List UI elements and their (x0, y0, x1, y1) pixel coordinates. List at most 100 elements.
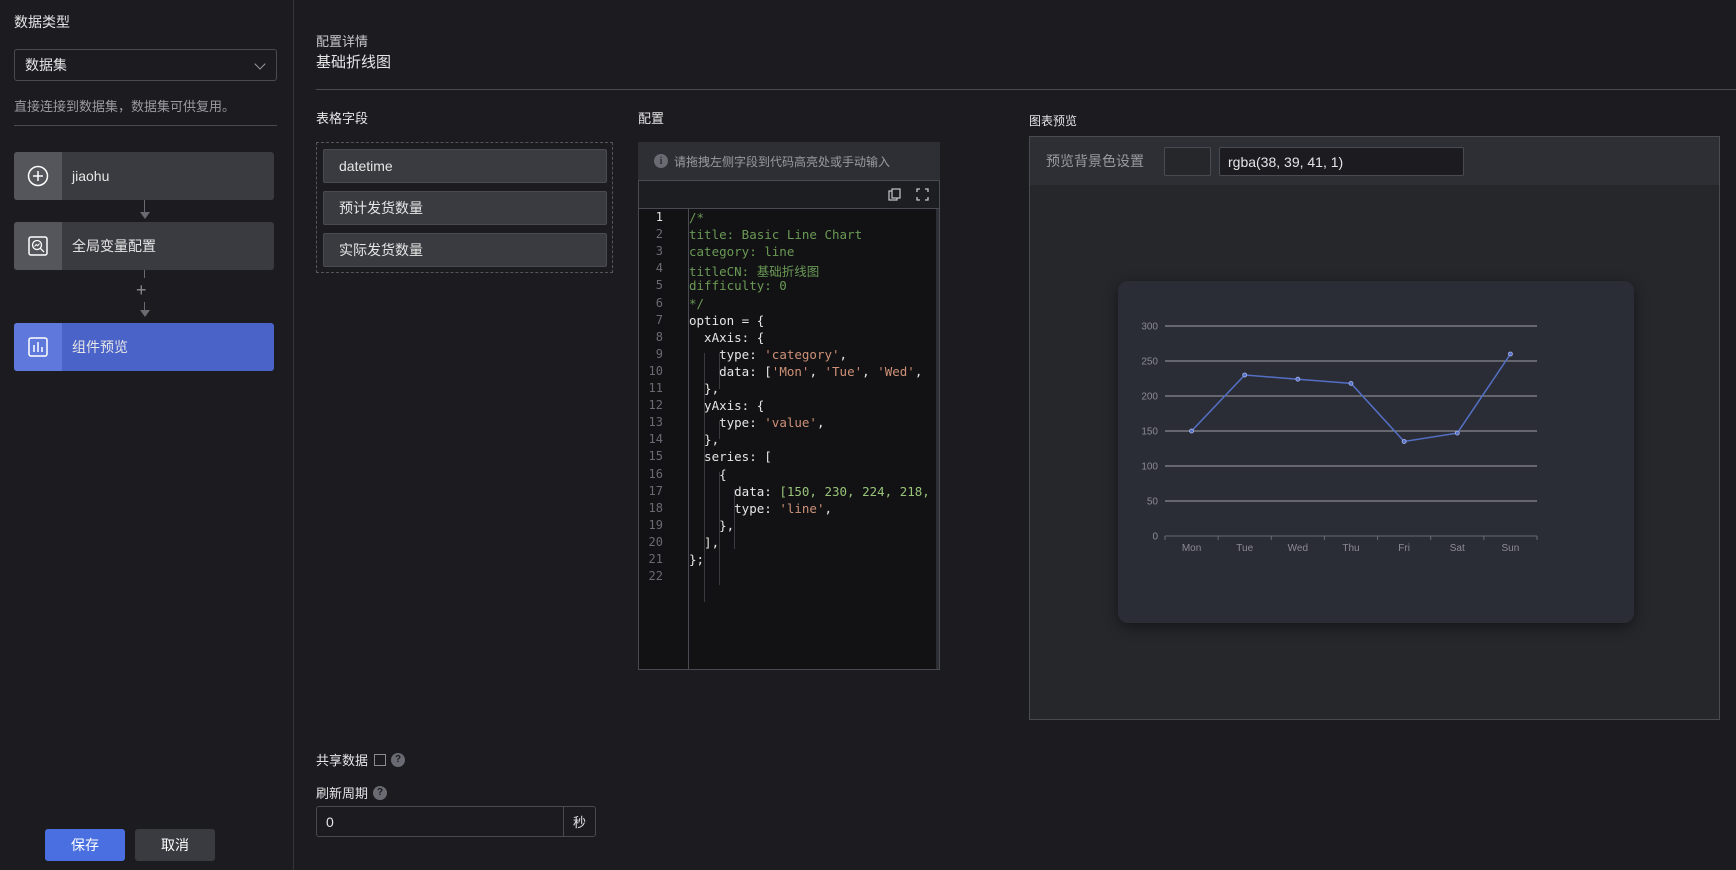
help-icon[interactable]: ? (373, 785, 388, 800)
field-item[interactable]: 预计发货数量 (323, 191, 607, 225)
y-tick-label: 0 (1152, 532, 1158, 543)
flow-node-component-preview[interactable]: 组件预览 (14, 323, 274, 371)
line-number: 5 (655, 278, 663, 293)
line-number: 15 (648, 449, 663, 464)
code-line: /* (689, 210, 705, 225)
x-tick-label: Fri (1398, 543, 1410, 554)
data-type-hint: 直接连接到数据集，数据集可供复用。 (14, 99, 236, 114)
data-type-select[interactable]: 数据集 (14, 49, 277, 81)
data-type-title: 数据类型 (14, 14, 70, 30)
chart-card: 0 50 100 150 200 250 300 Mon Tue Wed Thu Fri Sat Sun (1118, 281, 1634, 623)
connector-line (144, 302, 145, 310)
code-line: category: line (689, 244, 795, 260)
line-number: 2 (655, 227, 663, 242)
color-swatch[interactable] (1164, 147, 1211, 176)
sidebar: 数据类型 数据集 直接连接到数据集，数据集可供复用。 jiaohu 全局变量配置… (0, 0, 294, 870)
data-point (1348, 381, 1354, 386)
config-detail-subtitle: 配置详情 (316, 34, 369, 49)
data-type-select-value: 数据集 (25, 57, 67, 73)
preview-bg-bar: 预览背景色设置 rgba(38, 39, 41, 1) (1030, 137, 1719, 185)
flow-node-jiaohu[interactable]: jiaohu (14, 152, 274, 200)
code-line: option = { (689, 312, 765, 328)
field-item[interactable]: 实际发货数量 (323, 233, 607, 267)
share-data-label: 共享数据 (316, 753, 369, 768)
line-number: 16 (648, 466, 663, 481)
line-number: 18 (648, 500, 663, 515)
refresh-label: 刷新周期 (316, 786, 369, 801)
cancel-button[interactable]: 取消 (135, 829, 215, 861)
code-tip: i 请拖拽左侧字段到代码高亮处或手动输入 (638, 142, 940, 180)
x-tick-label: Wed (1288, 543, 1308, 554)
data-point (1242, 372, 1248, 378)
share-data-row: 共享数据 ? (316, 750, 406, 769)
code-line: type: 'line', (689, 500, 832, 516)
line-number: 11 (648, 381, 663, 395)
divider (14, 125, 277, 126)
y-tick-label: 150 (1141, 427, 1158, 438)
code-line: */ (689, 295, 705, 311)
x-tick-label: Sat (1450, 543, 1465, 554)
y-tick-label: 100 (1141, 462, 1158, 473)
fullscreen-icon[interactable] (916, 188, 929, 201)
y-tick-label: 250 (1141, 357, 1158, 368)
data-point (1189, 428, 1194, 434)
page-title: 基础折线图 (316, 54, 392, 71)
line-number: 17 (648, 483, 663, 498)
help-icon[interactable]: ? (391, 752, 406, 767)
share-data-checkbox[interactable] (374, 753, 387, 766)
flow-node-label: 组件预览 (72, 339, 128, 355)
arrow-down-icon (140, 212, 150, 219)
connector-line (144, 200, 145, 212)
code-line: yAxis: { (689, 398, 765, 414)
line-number: 14 (648, 432, 663, 447)
flow-node-label: 全局变量配置 (72, 238, 156, 254)
scrollbar[interactable] (936, 209, 939, 669)
line-chart: 0 50 100 150 200 250 300 Mon Tue Wed Thu Fri Sat Sun (1141, 322, 1538, 554)
code-line: data: ['Mon', 'Tue', 'Wed', (689, 363, 923, 379)
line-number: 6 (655, 295, 663, 310)
config-title: 配置 (638, 111, 665, 126)
fields-title: 表格字段 (316, 111, 369, 126)
code-line: { (689, 466, 727, 482)
refresh-input[interactable]: 0 秒 (316, 806, 596, 837)
add-node-icon[interactable]: + (136, 281, 147, 299)
code-line: }, (689, 517, 735, 533)
field-item[interactable]: datetime (323, 149, 607, 183)
data-point (1401, 439, 1407, 444)
save-button[interactable]: 保存 (45, 829, 125, 861)
bg-color-input[interactable]: rgba(38, 39, 41, 1) (1219, 147, 1464, 176)
plus-circle-icon (14, 152, 62, 200)
code-toolbar (638, 180, 940, 208)
code-line: }, (689, 432, 720, 448)
line-number: 3 (655, 244, 663, 259)
code-line: xAxis: { (689, 329, 765, 345)
line-number: 22 (648, 569, 663, 584)
refresh-unit: 秒 (563, 807, 595, 836)
line-number: 12 (648, 398, 663, 413)
code-line: type: 'value', (689, 415, 825, 431)
chevron-down-icon (254, 58, 266, 70)
series-line (1191, 353, 1512, 443)
y-tick-label: 300 (1141, 322, 1158, 333)
code-line: }, (689, 381, 720, 396)
y-tick-label: 50 (1147, 497, 1159, 508)
line-number: 20 (648, 534, 663, 549)
code-line: type: 'category', (689, 346, 848, 362)
preview-bg-label: 预览背景色设置 (1046, 153, 1144, 169)
search-chart-icon (14, 222, 62, 270)
code-line: series: [ (689, 449, 772, 465)
fields-list: datetime 预计发货数量 实际发货数量 (316, 142, 613, 273)
code-line: data: [150, 230, 224, 218, (689, 483, 930, 499)
copy-icon[interactable] (888, 188, 901, 201)
code-line: ], (689, 534, 720, 550)
data-point (1508, 351, 1513, 357)
x-tick-label: Thu (1342, 543, 1359, 554)
code-tip-text: 请拖拽左侧字段到代码高亮处或手动输入 (674, 154, 891, 169)
flow-node-global-vars[interactable]: 全局变量配置 (14, 222, 274, 270)
line-number: 7 (655, 312, 663, 327)
code-body[interactable]: 1 /* 2 title: Basic Line Chart 3 category: li… (638, 208, 940, 670)
refresh-value: 0 (326, 814, 334, 830)
divider (316, 89, 1736, 90)
line-number: 13 (648, 415, 663, 430)
line-number: 19 (648, 517, 663, 532)
